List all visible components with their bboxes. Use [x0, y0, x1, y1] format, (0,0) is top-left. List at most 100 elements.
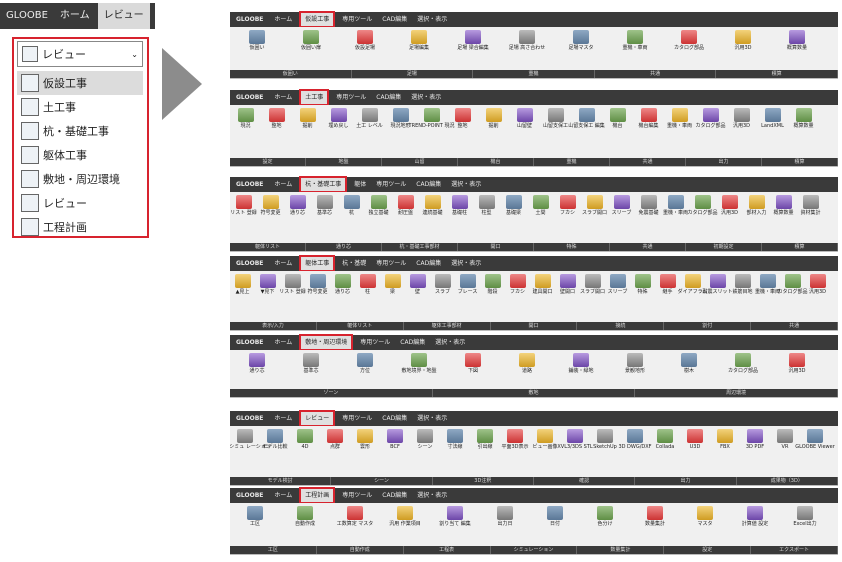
- ribbon-tab[interactable]: 敷地・周辺環境: [299, 334, 354, 351]
- ribbon-button[interactable]: 3D DWG/DXF: [618, 429, 652, 450]
- ribbon-button[interactable]: 機台編集: [634, 108, 663, 129]
- ribbon-button[interactable]: 通り芯: [285, 195, 310, 216]
- mode-select[interactable]: レビュー ⌄: [17, 41, 143, 67]
- ribbon-tab[interactable]: CAD編集: [411, 256, 446, 271]
- ribbon-button[interactable]: GLOOBE Viewer: [795, 429, 835, 450]
- ribbon-button[interactable]: 概算数量: [789, 108, 818, 129]
- ribbon-button[interactable]: 耐震スリット: [703, 274, 733, 295]
- ribbon-button[interactable]: 基礎柱: [447, 195, 472, 216]
- ribbon-button[interactable]: 出力日: [481, 506, 529, 527]
- tab-review[interactable]: レビュー: [97, 3, 150, 29]
- mode-option[interactable]: 杭・基礎工事: [17, 119, 143, 143]
- ribbon-button[interactable]: カタログ部品: [688, 195, 718, 216]
- ribbon-tab[interactable]: 選択・表示: [406, 90, 446, 105]
- ribbon-tab[interactable]: GLOOBE: [230, 256, 269, 271]
- ribbon-button[interactable]: スリーブ: [606, 274, 629, 295]
- ribbon-tab[interactable]: ホーム: [269, 90, 297, 105]
- ribbon-button[interactable]: ビュー画像: [531, 429, 559, 450]
- ribbon-button[interactable]: 数量集計: [631, 506, 679, 527]
- ribbon-button[interactable]: 通り芯: [231, 353, 283, 374]
- ribbon-tab[interactable]: ホーム: [269, 177, 297, 192]
- ribbon-button[interactable]: 土間: [528, 195, 553, 216]
- ribbon-button[interactable]: ▲見上: [231, 274, 254, 295]
- ribbon-button[interactable]: 汎用3D: [727, 108, 756, 129]
- ribbon-button[interactable]: 寸法線: [441, 429, 469, 450]
- ribbon-button[interactable]: 埋め戻し: [324, 108, 353, 129]
- ribbon-tab[interactable]: 工程計画: [299, 487, 336, 504]
- ribbon-button[interactable]: シーン: [411, 429, 439, 450]
- ribbon-button[interactable]: 樹木: [663, 353, 715, 374]
- ribbon-button[interactable]: 土工 レベル: [355, 108, 384, 129]
- ribbon-button[interactable]: 壁開口: [556, 274, 579, 295]
- ribbon-button[interactable]: 点群: [321, 429, 349, 450]
- ribbon-tab[interactable]: 土工事: [299, 89, 330, 106]
- ribbon-tab[interactable]: GLOOBE: [230, 335, 269, 350]
- ribbon-button[interactable]: LandXML: [758, 108, 787, 129]
- ribbon-button[interactable]: 仮設足場: [339, 30, 391, 51]
- tab-home[interactable]: ホーム: [54, 3, 96, 29]
- ribbon-button[interactable]: フカシ: [555, 195, 580, 216]
- ribbon-button[interactable]: 資材集計: [798, 195, 823, 216]
- ribbon-button[interactable]: 3D PDF: [741, 429, 769, 450]
- ribbon-button[interactable]: 重機・車両: [609, 30, 661, 51]
- ribbon-tab[interactable]: 専用ツール: [337, 411, 377, 426]
- ribbon-tab[interactable]: ホーム: [269, 12, 297, 27]
- ribbon-tab[interactable]: 選択・表示: [446, 256, 486, 271]
- ribbon-button[interactable]: 重機・車両: [663, 195, 688, 216]
- ribbon-tab[interactable]: CAD編集: [371, 90, 406, 105]
- mode-option[interactable]: 躯体工事: [17, 143, 143, 167]
- ribbon-button[interactable]: 仮囲い扉: [285, 30, 337, 51]
- ribbon-button[interactable]: XVL3/3DS STL: [557, 429, 593, 450]
- ribbon-button[interactable]: 割り当て 編集: [431, 506, 479, 527]
- ribbon-button[interactable]: 足場マスタ: [555, 30, 607, 51]
- ribbon-button[interactable]: 掘削: [293, 108, 322, 129]
- ribbon-tab[interactable]: GLOOBE: [230, 90, 269, 105]
- ribbon-button[interactable]: 柱型: [474, 195, 499, 216]
- ribbon-button[interactable]: 特殊: [631, 274, 654, 295]
- tab-gloobe[interactable]: GLOOBE: [0, 3, 54, 29]
- ribbon-button[interactable]: 汎用3D: [806, 274, 829, 295]
- ribbon-button[interactable]: カタログ部品: [696, 108, 726, 129]
- ribbon-button[interactable]: リスト 登録: [279, 274, 306, 295]
- ribbon-tab[interactable]: 躯体: [349, 177, 371, 192]
- ribbon-tab[interactable]: 専用ツール: [331, 90, 371, 105]
- ribbon-tab[interactable]: 専用ツール: [371, 177, 411, 192]
- ribbon-button[interactable]: 連続基礎: [420, 195, 445, 216]
- ribbon-tab[interactable]: ホーム: [269, 335, 297, 350]
- ribbon-button[interactable]: 符号変更: [306, 274, 329, 295]
- ribbon-button[interactable]: 方位: [339, 353, 391, 374]
- ribbon-tab[interactable]: 杭・基礎: [337, 256, 371, 271]
- ribbon-tab[interactable]: 選択・表示: [446, 177, 486, 192]
- ribbon-button[interactable]: 汎用3D: [717, 30, 769, 51]
- ribbon-button[interactable]: 工数算定 マスタ: [331, 506, 379, 527]
- ribbon-button[interactable]: 道路: [501, 353, 553, 374]
- ribbon-button[interactable]: 梁: [381, 274, 404, 295]
- ribbon-button[interactable]: 日陰シミュ レーション: [230, 429, 271, 450]
- ribbon-button[interactable]: 基準芯: [285, 353, 337, 374]
- ribbon-button[interactable]: ダイアフラム: [678, 274, 707, 295]
- ribbon-button[interactable]: ▼見下: [256, 274, 279, 295]
- ribbon-button[interactable]: 部材入力: [744, 195, 769, 216]
- ribbon-button[interactable]: 汎用3D: [771, 353, 823, 374]
- ribbon-button[interactable]: 日付: [531, 506, 579, 527]
- ribbon-button[interactable]: ブレース: [456, 274, 479, 295]
- ribbon-button[interactable]: 汎用3D: [717, 195, 742, 216]
- mode-option[interactable]: 仮設工事: [17, 71, 143, 95]
- ribbon-button[interactable]: カタログ部品: [717, 353, 769, 374]
- ribbon-button[interactable]: 階段: [481, 274, 504, 295]
- ribbon-button[interactable]: 景観地形: [609, 353, 661, 374]
- ribbon-button[interactable]: モデル比較: [261, 429, 289, 450]
- ribbon-button[interactable]: カタログ部品: [663, 30, 715, 51]
- ribbon-button[interactable]: 山留支保工 編集: [568, 108, 605, 129]
- ribbon-button[interactable]: 引出線: [471, 429, 499, 450]
- ribbon-tab[interactable]: 選択・表示: [430, 335, 470, 350]
- ribbon-button[interactable]: 重機・車両: [755, 274, 780, 295]
- ribbon-button[interactable]: 基準芯: [312, 195, 337, 216]
- ribbon-button[interactable]: 壁: [406, 274, 429, 295]
- ribbon-button[interactable]: BCF: [381, 429, 409, 450]
- ribbon-button[interactable]: 整地: [262, 108, 291, 129]
- ribbon-button[interactable]: 鉄筋目地: [731, 274, 754, 295]
- ribbon-button[interactable]: 重機・車両: [665, 108, 694, 129]
- ribbon-tab[interactable]: GLOOBE: [230, 488, 269, 503]
- ribbon-button[interactable]: 足場編集: [393, 30, 445, 51]
